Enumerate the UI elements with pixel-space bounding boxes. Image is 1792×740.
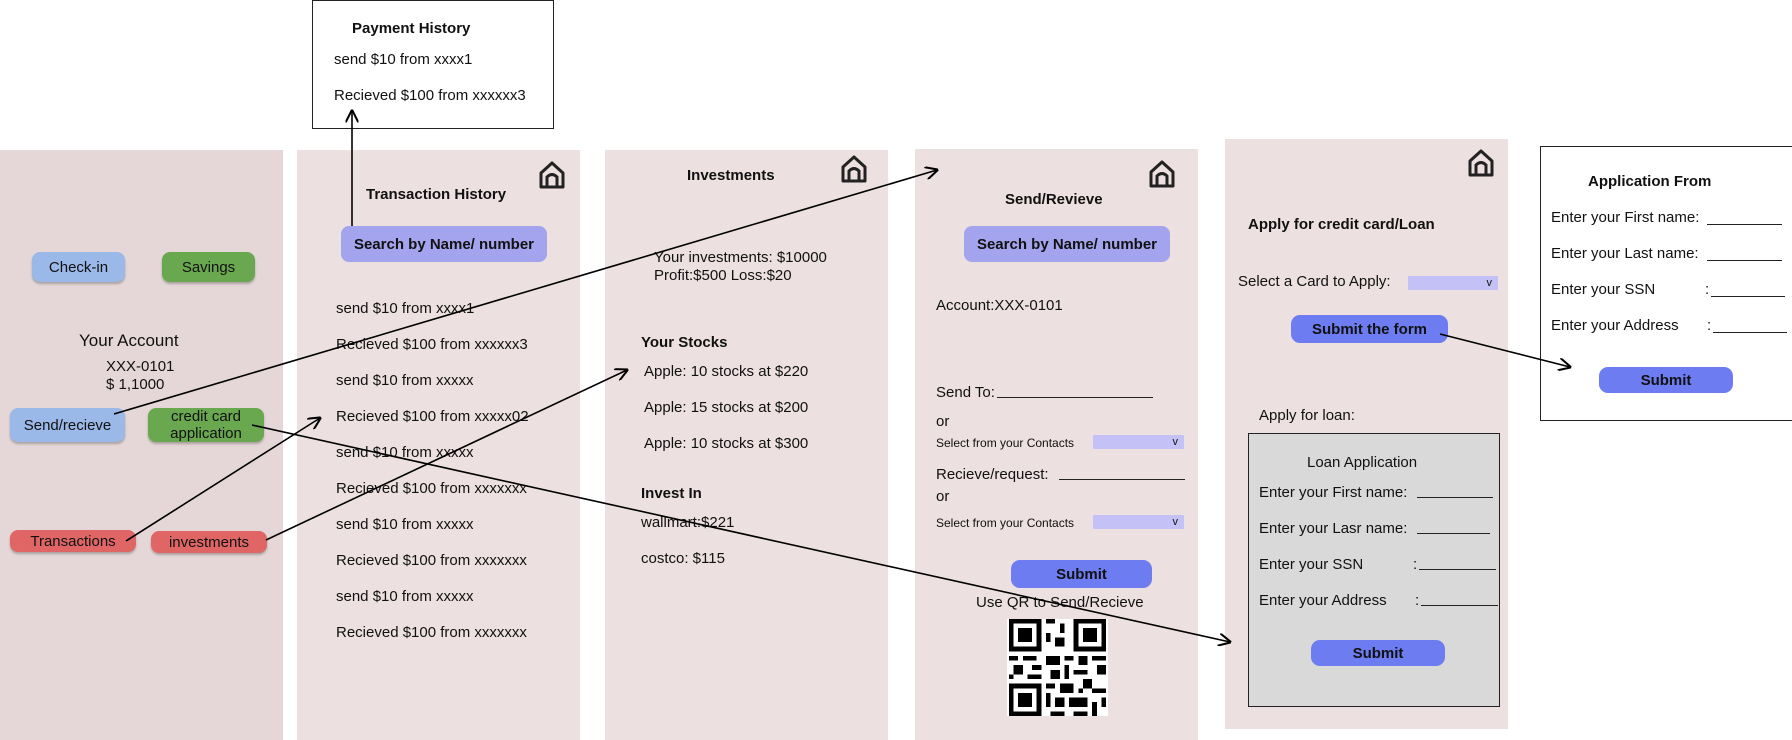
arrow xyxy=(1439,333,1570,367)
flow-arrows xyxy=(113,0,1792,740)
arrow xyxy=(113,170,937,415)
arrow xyxy=(125,418,320,542)
arrow xyxy=(251,424,1230,642)
arrow xyxy=(265,370,627,541)
